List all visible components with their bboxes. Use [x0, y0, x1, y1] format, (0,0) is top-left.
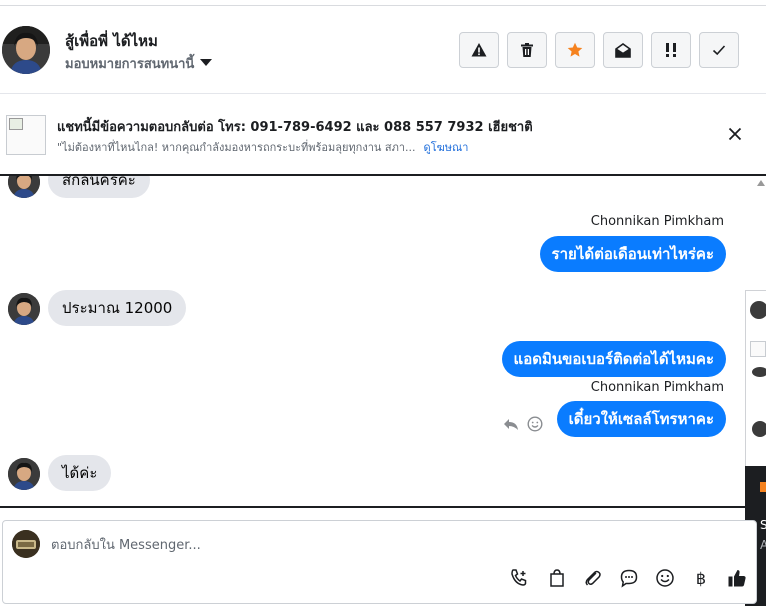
reply-icon[interactable] — [503, 416, 519, 432]
scroll-up-arrow-icon[interactable] — [757, 180, 765, 186]
assign-label: มอบหมายการสนทนานี้ — [65, 57, 195, 72]
incoming-message: ประมาณ 12000 — [48, 290, 187, 326]
shopping-bag-icon[interactable] — [546, 567, 568, 589]
ad-preview-text: "ไม่ต้องหาที่ไหนไกล! หากคุณกำลังมองหารถก… — [57, 141, 416, 154]
sender-name: Chonnikan Pimkham — [590, 214, 724, 229]
panel-thumbnail — [750, 341, 766, 357]
outgoing-message: รายได้ต่อเดือนเท่าไหร่คะ — [539, 236, 726, 272]
view-ad-link[interactable]: ดูโฆษณา — [424, 141, 469, 154]
reply-input[interactable] — [51, 535, 711, 555]
panel-avatar — [752, 421, 766, 437]
done-button[interactable] — [699, 32, 739, 68]
chevron-down-icon — [200, 59, 213, 66]
phone-add-icon[interactable] — [508, 567, 530, 589]
paperclip-icon[interactable] — [582, 567, 604, 589]
follow-up-icon — [666, 43, 676, 57]
banner-subtitle: "ไม่ต้องหาที่ไหนไกล! หากคุณกำลังมองหารถก… — [57, 138, 468, 156]
spam-button[interactable] — [459, 32, 499, 68]
mail-open-icon — [615, 43, 631, 58]
emoji-icon[interactable] — [654, 567, 676, 589]
panel-avatar — [752, 367, 766, 377]
thumbs-up-icon[interactable] — [726, 567, 748, 589]
outgoing-message: เดี๋ยวให้เซลล์โทรหาคะ — [556, 401, 726, 437]
warning-icon — [471, 43, 487, 57]
ad-reply-banner: แชทนี้มีข้อความตอบกลับต่อ โทร: 091-789-6… — [0, 95, 766, 174]
check-icon — [712, 45, 726, 56]
conversation-header: สู้เพื่อพี่ ได้ไหม มอบหมายการสนทนานี้ — [0, 6, 766, 94]
ad-thumbnail — [6, 115, 46, 155]
star-icon — [567, 42, 583, 57]
saved-reply-icon[interactable] — [618, 567, 640, 589]
incoming-message: สกลนครคะ — [48, 176, 150, 198]
panel-avatar — [750, 301, 766, 319]
assign-conversation-dropdown[interactable]: มอบหมายการสนทนานี้ — [65, 53, 213, 74]
react-emoji-icon[interactable] — [527, 416, 543, 432]
follow-up-button[interactable] — [651, 32, 691, 68]
trash-icon — [521, 43, 533, 57]
outgoing-message: แอดมินขอเบอร์ติดต่อได้ไหมคะ — [501, 341, 726, 377]
sender-name: Chonnikan Pimkham — [590, 380, 724, 395]
star-button[interactable] — [555, 32, 595, 68]
contact-avatar[interactable] — [2, 26, 50, 74]
contact-avatar-small — [8, 176, 40, 198]
panel-letter: S — [760, 518, 766, 532]
reply-composer: ฿ — [2, 520, 757, 604]
message-actions — [503, 416, 543, 432]
baht-icon[interactable]: ฿ — [690, 567, 712, 589]
contact-avatar-small — [8, 293, 40, 325]
delete-button[interactable] — [507, 32, 547, 68]
page-avatar — [12, 530, 40, 558]
contact-name[interactable]: สู้เพื่อพี่ ได้ไหม — [65, 29, 158, 53]
panel-letter: A — [760, 538, 766, 552]
close-icon[interactable] — [726, 125, 744, 143]
banner-title: แชทนี้มีข้อความตอบกลับต่อ โทร: 091-789-6… — [57, 120, 533, 135]
mark-unread-button[interactable] — [603, 32, 643, 68]
panel-marker — [760, 482, 766, 492]
incoming-message: ได้ค่ะ — [48, 455, 112, 491]
contact-avatar-small — [8, 458, 40, 490]
message-thread[interactable]: สกลนครคะ Chonnikan Pimkham รายได้ต่อเดือ… — [0, 174, 766, 508]
